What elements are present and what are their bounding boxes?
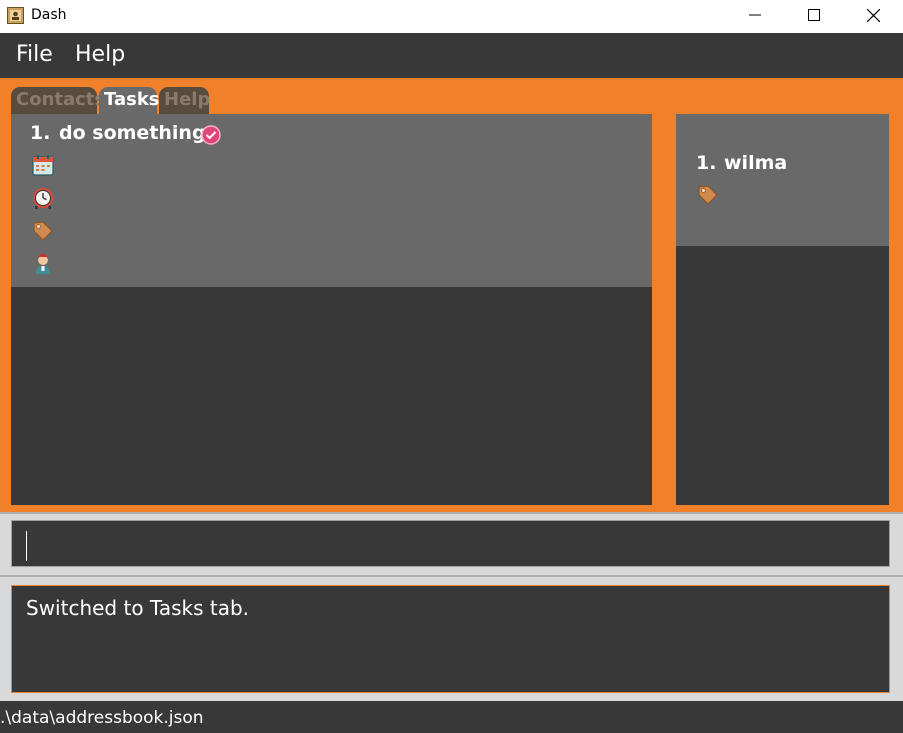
status-bar: .\data\addressbook.json <box>0 701 903 733</box>
save-location-text: .\data\addressbook.json <box>0 708 204 728</box>
minimize-icon <box>749 14 761 16</box>
person-index: 1. <box>696 152 717 174</box>
person-card[interactable]: 1. wilma <box>676 114 889 246</box>
tab-tasks[interactable]: Tasks <box>99 87 160 114</box>
title-bar: Dash <box>0 0 903 33</box>
menu-file[interactable]: File <box>16 42 53 67</box>
calendar-icon <box>32 155 54 176</box>
maximize-icon <box>808 9 820 21</box>
result-text: Switched to Tasks tab. <box>26 596 250 620</box>
completed-check-icon <box>201 125 221 145</box>
person-name: wilma <box>724 152 788 174</box>
tab-contacts[interactable]: Contacts <box>11 87 105 114</box>
app-icon <box>7 7 24 24</box>
person-icon <box>36 254 50 274</box>
task-name: do something <box>59 122 206 144</box>
maximize-button[interactable] <box>785 0 843 30</box>
result-display[interactable]: Switched to Tasks tab. <box>11 585 890 693</box>
task-list-panel[interactable]: 1. do something <box>11 114 652 505</box>
clock-icon <box>33 188 53 209</box>
menu-bar: File Help <box>0 33 903 78</box>
close-button[interactable] <box>844 0 902 30</box>
menu-help[interactable]: Help <box>75 42 125 67</box>
close-icon <box>866 8 880 22</box>
task-index: 1. <box>30 122 51 144</box>
tag-icon <box>698 185 718 205</box>
tag-icon <box>33 221 53 241</box>
window-title: Dash <box>31 7 67 23</box>
people-list-panel[interactable]: 1. wilma <box>676 114 889 505</box>
command-input[interactable] <box>11 520 890 567</box>
task-card[interactable]: 1. do something <box>11 114 652 287</box>
minimize-button[interactable] <box>726 0 784 30</box>
app-window: Dash File Help Contacts Tasks Help 1. do… <box>0 0 903 733</box>
text-caret <box>26 531 27 561</box>
tab-help[interactable]: Help <box>159 87 210 114</box>
